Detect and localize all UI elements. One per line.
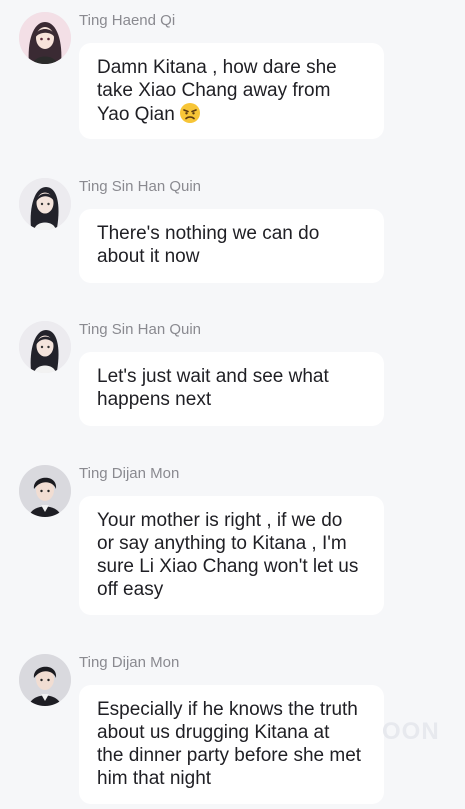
female-avatar-icon (19, 12, 71, 64)
angry-face-icon (179, 103, 200, 123)
message-line: about it now (97, 246, 200, 267)
message-bubble: Damn Kitana , how dare she take Xiao Cha… (79, 43, 384, 139)
message-line: sure Li Xiao Chang won't let us (97, 556, 359, 577)
avatar[interactable] (19, 12, 71, 64)
avatar[interactable] (19, 654, 71, 706)
message-line: about us drugging Kitana at (97, 722, 330, 743)
message-line: Your mother is right , if we do (97, 510, 343, 531)
sender-name: Ting Dijan Mon (79, 465, 180, 482)
avatar[interactable] (19, 178, 71, 230)
message-bubble: There's nothing we can do about it now (79, 209, 384, 283)
sender-name: Ting Sin Han Quin (79, 321, 202, 338)
message-line: take Xiao Chang away from (97, 80, 331, 101)
avatar[interactable] (19, 321, 71, 373)
male-avatar-icon (19, 465, 71, 517)
message-bubble: Let's just wait and see what happens nex… (79, 352, 384, 426)
message-line: Especially if he knows the truth (97, 699, 358, 720)
sender-name: Ting Dijan Mon (79, 654, 180, 671)
avatar[interactable] (19, 465, 71, 517)
message-line: happens next (97, 389, 212, 410)
message-line: him that night (97, 768, 212, 789)
message-line: or say anything to Kitana , I'm (97, 533, 347, 554)
female-avatar-icon (19, 321, 71, 373)
message-line: Let's just wait and see what (97, 366, 329, 387)
message-line: Yao Qian (97, 104, 175, 125)
message-line: off easy (97, 579, 164, 600)
message-line: Damn Kitana , how dare she (97, 57, 337, 78)
message-line: the dinner party before she met (97, 745, 362, 766)
female-avatar-icon (19, 178, 71, 230)
message-bubble: Especially if he knows the truth about u… (79, 685, 384, 804)
sender-name: Ting Sin Han Quin (79, 178, 202, 195)
watermark: OON (382, 718, 440, 745)
message-line: There's nothing we can do (97, 223, 320, 244)
male-avatar-icon (19, 654, 71, 706)
message-bubble: Your mother is right , if we do or say a… (79, 496, 384, 615)
sender-name: Ting Haend Qi (79, 12, 176, 29)
